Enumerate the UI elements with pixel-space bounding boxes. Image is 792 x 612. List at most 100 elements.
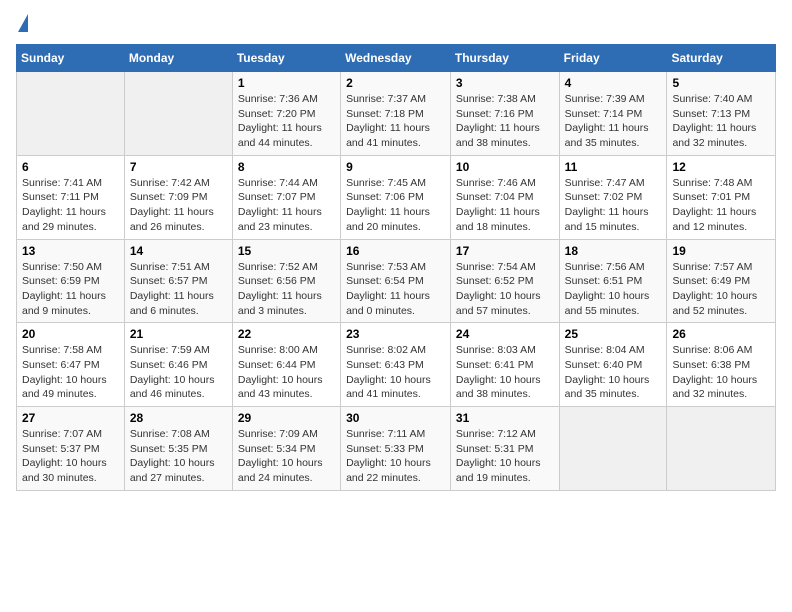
calendar-cell: 4 Sunrise: 7:39 AMSunset: 7:14 PMDaylight… <box>559 72 667 156</box>
day-number: 23 <box>346 327 445 341</box>
day-info: Sunrise: 8:06 AMSunset: 6:38 PMDaylight:… <box>672 343 770 402</box>
day-info: Sunrise: 7:47 AMSunset: 7:02 PMDaylight:… <box>565 176 662 235</box>
day-number: 13 <box>22 244 119 258</box>
calendar-cell: 24 Sunrise: 8:03 AMSunset: 6:41 PMDayligh… <box>450 323 559 407</box>
day-number: 16 <box>346 244 445 258</box>
day-number: 3 <box>456 76 554 90</box>
day-number: 2 <box>346 76 445 90</box>
calendar-cell: 6 Sunrise: 7:41 AMSunset: 7:11 PMDaylight… <box>17 155 125 239</box>
calendar-cell: 8Sunrise: 7:44 AMSunset: 7:07 PMDaylight… <box>232 155 340 239</box>
day-number: 17 <box>456 244 554 258</box>
calendar-cell: 19 Sunrise: 7:57 AMSunset: 6:49 PMDayligh… <box>667 239 776 323</box>
day-header-saturday: Saturday <box>667 45 776 72</box>
day-number: 29 <box>238 411 335 425</box>
calendar-cell: 23 Sunrise: 8:02 AMSunset: 6:43 PMDayligh… <box>341 323 451 407</box>
calendar-cell: 22 Sunrise: 8:00 AMSunset: 6:44 PMDayligh… <box>232 323 340 407</box>
logo <box>16 16 28 32</box>
day-info: Sunrise: 7:09 AMSunset: 5:34 PMDaylight:… <box>238 427 335 486</box>
day-info: Sunrise: 7:53 AMSunset: 6:54 PMDaylight:… <box>346 260 445 319</box>
calendar-cell: 17 Sunrise: 7:54 AMSunset: 6:52 PMDayligh… <box>450 239 559 323</box>
calendar-cell: 31 Sunrise: 7:12 AMSunset: 5:31 PMDayligh… <box>450 407 559 491</box>
page-header <box>16 16 776 32</box>
calendar-cell: 28 Sunrise: 7:08 AMSunset: 5:35 PMDayligh… <box>124 407 232 491</box>
calendar-cell: 11 Sunrise: 7:47 AMSunset: 7:02 PMDayligh… <box>559 155 667 239</box>
calendar-cell: 12 Sunrise: 7:48 AMSunset: 7:01 PMDayligh… <box>667 155 776 239</box>
day-number: 10 <box>456 160 554 174</box>
day-number: 9 <box>346 160 445 174</box>
day-number: 28 <box>130 411 227 425</box>
day-info: Sunrise: 8:04 AMSunset: 6:40 PMDaylight:… <box>565 343 662 402</box>
day-number: 6 <box>22 160 119 174</box>
day-number: 27 <box>22 411 119 425</box>
day-header-thursday: Thursday <box>450 45 559 72</box>
day-info: Sunrise: 7:37 AMSunset: 7:18 PMDaylight:… <box>346 92 445 151</box>
day-number: 1 <box>238 76 335 90</box>
day-number: 24 <box>456 327 554 341</box>
calendar-cell: 14Sunrise: 7:51 AMSunset: 6:57 PMDayligh… <box>124 239 232 323</box>
calendar-cell: 20 Sunrise: 7:58 AMSunset: 6:47 PMDayligh… <box>17 323 125 407</box>
day-info: Sunrise: 7:46 AMSunset: 7:04 PMDaylight:… <box>456 176 554 235</box>
calendar-cell: 16 Sunrise: 7:53 AMSunset: 6:54 PMDayligh… <box>341 239 451 323</box>
day-header-tuesday: Tuesday <box>232 45 340 72</box>
calendar-cell <box>17 72 125 156</box>
day-number: 4 <box>565 76 662 90</box>
day-info: Sunrise: 7:45 AMSunset: 7:06 PMDaylight:… <box>346 176 445 235</box>
day-header-sunday: Sunday <box>17 45 125 72</box>
day-info: Sunrise: 7:41 AMSunset: 7:11 PMDaylight:… <box>22 176 119 235</box>
calendar-cell: 2 Sunrise: 7:37 AMSunset: 7:18 PMDaylight… <box>341 72 451 156</box>
day-number: 7 <box>130 160 227 174</box>
calendar-cell: 5 Sunrise: 7:40 AMSunset: 7:13 PMDaylight… <box>667 72 776 156</box>
logo-triangle-icon <box>18 14 28 32</box>
day-number: 5 <box>672 76 770 90</box>
day-info: Sunrise: 7:42 AMSunset: 7:09 PMDaylight:… <box>130 176 227 235</box>
day-number: 15 <box>238 244 335 258</box>
day-info: Sunrise: 7:58 AMSunset: 6:47 PMDaylight:… <box>22 343 119 402</box>
calendar-cell: 30 Sunrise: 7:11 AMSunset: 5:33 PMDayligh… <box>341 407 451 491</box>
day-number: 12 <box>672 160 770 174</box>
day-info: Sunrise: 7:59 AMSunset: 6:46 PMDaylight:… <box>130 343 227 402</box>
day-info: Sunrise: 7:56 AMSunset: 6:51 PMDaylight:… <box>565 260 662 319</box>
calendar-cell: 18 Sunrise: 7:56 AMSunset: 6:51 PMDayligh… <box>559 239 667 323</box>
day-number: 18 <box>565 244 662 258</box>
calendar-cell: 25 Sunrise: 8:04 AMSunset: 6:40 PMDayligh… <box>559 323 667 407</box>
day-info: Sunrise: 7:54 AMSunset: 6:52 PMDaylight:… <box>456 260 554 319</box>
day-number: 31 <box>456 411 554 425</box>
calendar-cell: 10 Sunrise: 7:46 AMSunset: 7:04 PMDayligh… <box>450 155 559 239</box>
calendar-cell: 3 Sunrise: 7:38 AMSunset: 7:16 PMDaylight… <box>450 72 559 156</box>
day-info: Sunrise: 7:08 AMSunset: 5:35 PMDaylight:… <box>130 427 227 486</box>
day-info: Sunrise: 7:38 AMSunset: 7:16 PMDaylight:… <box>456 92 554 151</box>
day-number: 20 <box>22 327 119 341</box>
day-info: Sunrise: 8:00 AMSunset: 6:44 PMDaylight:… <box>238 343 335 402</box>
calendar-cell <box>559 407 667 491</box>
calendar-cell: 1 Sunrise: 7:36 AMSunset: 7:20 PMDaylight… <box>232 72 340 156</box>
calendar-cell: 27Sunrise: 7:07 AMSunset: 5:37 PMDayligh… <box>17 407 125 491</box>
day-info: Sunrise: 8:02 AMSunset: 6:43 PMDaylight:… <box>346 343 445 402</box>
day-info: Sunrise: 7:40 AMSunset: 7:13 PMDaylight:… <box>672 92 770 151</box>
day-info: Sunrise: 7:12 AMSunset: 5:31 PMDaylight:… <box>456 427 554 486</box>
calendar-cell: 7 Sunrise: 7:42 AMSunset: 7:09 PMDaylight… <box>124 155 232 239</box>
calendar-cell <box>667 407 776 491</box>
day-info: Sunrise: 7:36 AMSunset: 7:20 PMDaylight:… <box>238 92 335 151</box>
day-info: Sunrise: 7:52 AMSunset: 6:56 PMDaylight:… <box>238 260 335 319</box>
day-info: Sunrise: 7:39 AMSunset: 7:14 PMDaylight:… <box>565 92 662 151</box>
day-number: 22 <box>238 327 335 341</box>
day-number: 11 <box>565 160 662 174</box>
calendar-cell: 9 Sunrise: 7:45 AMSunset: 7:06 PMDaylight… <box>341 155 451 239</box>
day-header-friday: Friday <box>559 45 667 72</box>
day-number: 26 <box>672 327 770 341</box>
day-info: Sunrise: 7:57 AMSunset: 6:49 PMDaylight:… <box>672 260 770 319</box>
day-info: Sunrise: 7:11 AMSunset: 5:33 PMDaylight:… <box>346 427 445 486</box>
day-number: 25 <box>565 327 662 341</box>
day-info: Sunrise: 8:03 AMSunset: 6:41 PMDaylight:… <box>456 343 554 402</box>
day-info: Sunrise: 7:44 AMSunset: 7:07 PMDaylight:… <box>238 176 335 235</box>
day-number: 30 <box>346 411 445 425</box>
day-number: 19 <box>672 244 770 258</box>
day-info: Sunrise: 7:48 AMSunset: 7:01 PMDaylight:… <box>672 176 770 235</box>
day-info: Sunrise: 7:51 AMSunset: 6:57 PMDaylight:… <box>130 260 227 319</box>
calendar-cell: 26 Sunrise: 8:06 AMSunset: 6:38 PMDayligh… <box>667 323 776 407</box>
day-number: 21 <box>130 327 227 341</box>
calendar-cell <box>124 72 232 156</box>
day-header-monday: Monday <box>124 45 232 72</box>
calendar-cell: 15 Sunrise: 7:52 AMSunset: 6:56 PMDayligh… <box>232 239 340 323</box>
day-header-wednesday: Wednesday <box>341 45 451 72</box>
